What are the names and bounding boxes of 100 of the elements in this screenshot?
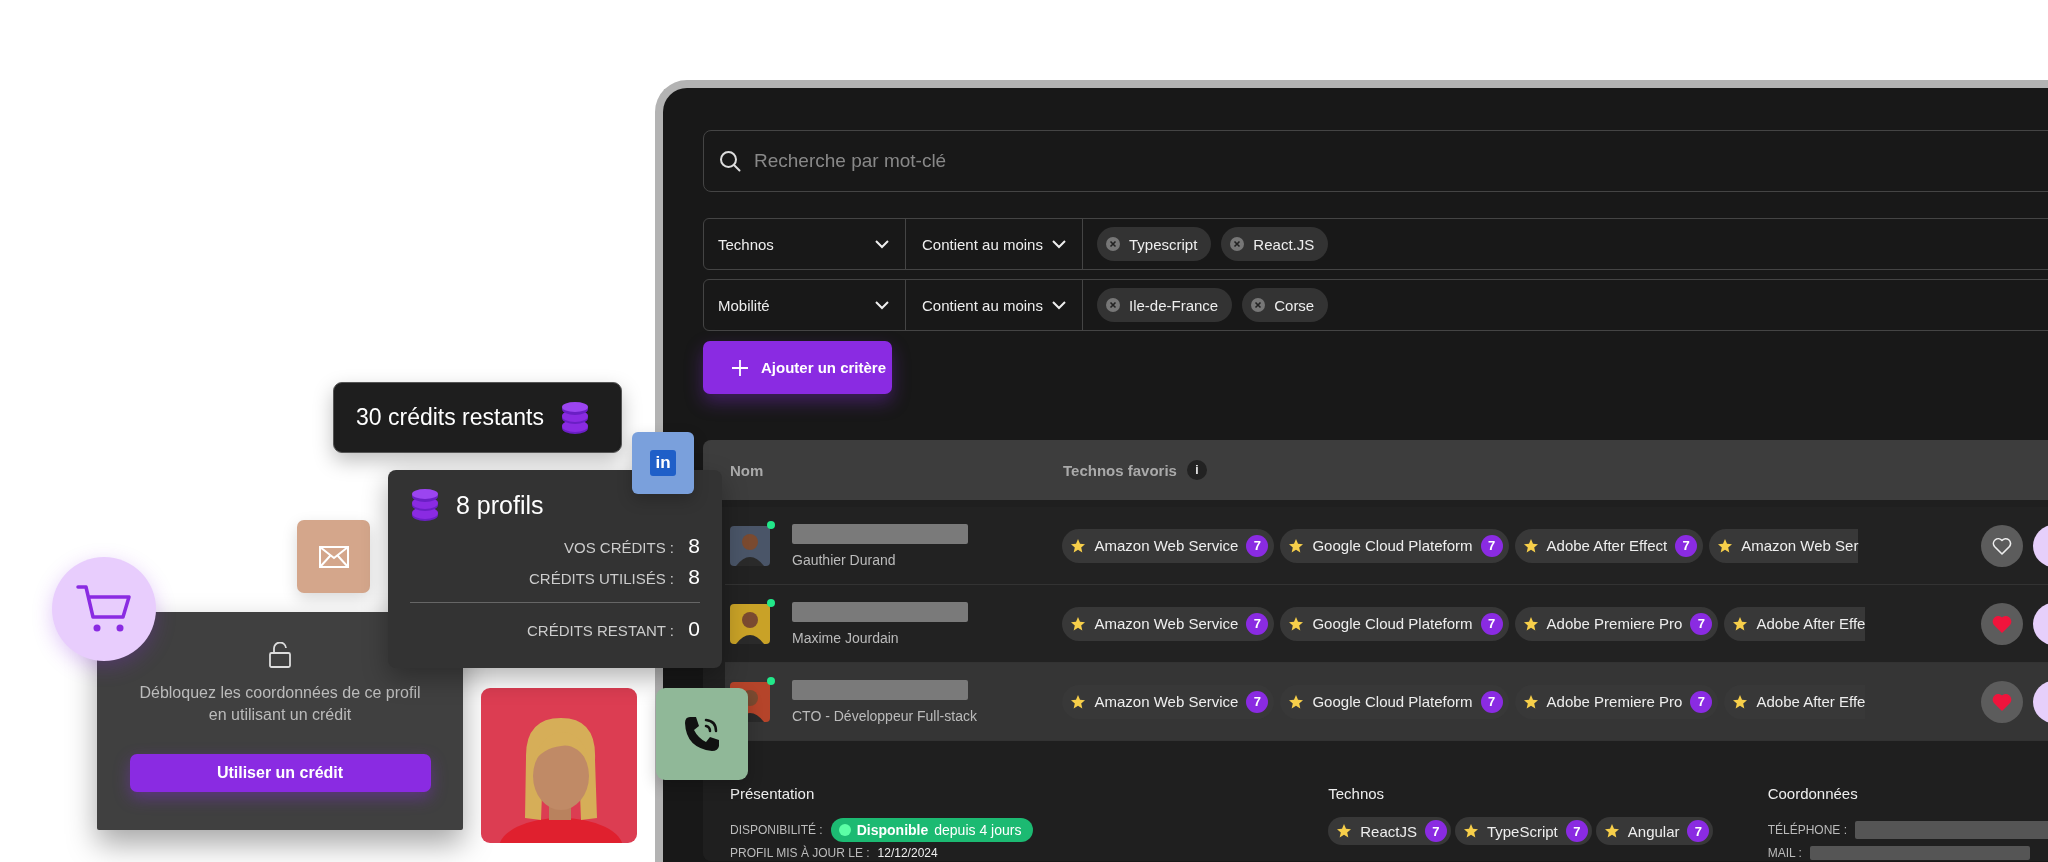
use-credit-button[interactable]: Utiliser un crédit <box>129 754 431 792</box>
phone-tile[interactable] <box>656 688 748 780</box>
star-icon <box>1732 693 1749 710</box>
linkedin-tile[interactable]: in <box>632 432 694 494</box>
tag-label: Google Cloud Plateform <box>1312 693 1473 710</box>
field-label: DISPONIBILITÉ : <box>730 823 823 837</box>
count-badge: 7 <box>1424 820 1447 842</box>
tag-label: Amazon Web Ser <box>1741 537 1859 554</box>
star-icon <box>1462 823 1479 839</box>
remove-icon <box>1105 297 1121 313</box>
star-icon <box>1717 537 1734 554</box>
tag-label: Adobe Premiere Pro <box>1546 693 1683 710</box>
search-field[interactable]: Recherche par mot-clé <box>703 130 2048 192</box>
card-title: 8 profils <box>456 490 544 520</box>
tag-label: Google Cloud Plateform <box>1312 537 1473 554</box>
info-icon[interactable]: i <box>1186 460 1207 480</box>
star-icon <box>1336 823 1353 839</box>
credit-value: 8 <box>687 534 700 558</box>
star-icon <box>1288 693 1305 710</box>
field-label: PROFIL MIS À JOUR LE : <box>730 846 870 860</box>
filter-tag[interactable]: Ile-de-France <box>1097 288 1233 322</box>
tag-label: Amazon Web Service <box>1094 615 1239 632</box>
coins-icon <box>410 488 440 522</box>
chevron-icon <box>875 300 889 310</box>
star-icon <box>1603 823 1620 839</box>
count-badge: 7 <box>1687 820 1710 842</box>
status-badge: Disponible depuis 4 jours <box>830 818 1034 842</box>
tag-label: Amazon Web Service <box>1094 693 1239 710</box>
credit-label: VOS CRÉDITS : <box>563 539 674 556</box>
credit-value: 0 <box>687 617 700 641</box>
credit-label: CRÉDITS UTILISÉS : <box>528 570 674 587</box>
field-label: MAIL : <box>1767 846 1802 860</box>
criterion-dropdown[interactable]: Technos <box>704 219 906 269</box>
heart-icon <box>1992 614 2013 633</box>
star-icon <box>1288 615 1305 632</box>
column-header: Technos favoris <box>1063 461 1177 479</box>
field-value: 12/12/2024 <box>877 846 938 860</box>
table-row[interactable]: CTO - Développeur Full-stack Amazon Web Service 7 Google Cloud Plateform 7 Adobe Premiere Pro 7 Adobe After Effe <box>725 663 2048 741</box>
count-badge: 7 <box>1480 612 1503 635</box>
cart-icon <box>76 584 132 634</box>
star-icon <box>1070 693 1087 710</box>
credit-label: CRÉDITS RESTANT : <box>527 622 674 639</box>
criterion-dropdown[interactable]: Mobilité <box>704 280 906 330</box>
filter-tag[interactable]: Typescript <box>1097 227 1212 261</box>
chevron-icon <box>1052 300 1066 310</box>
section-title: Technos <box>1328 785 1386 804</box>
profile-subtitle: Gauthier Durand <box>792 551 897 568</box>
chevron-icon <box>875 239 889 249</box>
favorite-button[interactable] <box>1981 524 2024 567</box>
tag-label: Angular <box>1627 822 1680 840</box>
credits-text: 30 crédits restants <box>356 404 544 431</box>
operator-dropdown[interactable]: Contient au moins <box>906 219 1083 269</box>
envelope-icon <box>318 545 349 568</box>
column-header: Nom <box>729 461 765 479</box>
star-icon <box>1070 615 1087 632</box>
count-badge: 7 <box>1480 534 1503 557</box>
section-title: Coordonnées <box>1767 785 1859 804</box>
heart-icon <box>1992 536 2013 555</box>
operator-dropdown[interactable]: Contient au moins <box>906 280 1083 330</box>
add-criterion-button[interactable]: Ajouter un critère <box>703 341 892 394</box>
remove-icon <box>1105 236 1121 252</box>
phone-icon <box>682 714 722 754</box>
tag-label: Google Cloud Plateform <box>1312 615 1473 632</box>
tag-label: ReactJS <box>1360 822 1417 840</box>
star-icon <box>1732 615 1749 632</box>
count-badge: 7 <box>1675 534 1698 557</box>
mail-tile[interactable] <box>297 520 370 593</box>
remove-icon <box>1229 236 1246 252</box>
tag-label: Adobe After Effe <box>1756 615 1866 632</box>
filter-tag[interactable]: React.JS <box>1221 227 1329 261</box>
profile-subtitle: CTO - Développeur Full-stack <box>792 707 977 724</box>
remove-icon <box>1250 297 1267 313</box>
count-badge: 7 <box>1246 690 1269 713</box>
profile-subtitle: Maxime Jourdain <box>792 629 900 646</box>
credit-value: 8 <box>687 565 700 589</box>
star-icon <box>1070 537 1087 554</box>
tag-label: TypeScript <box>1486 822 1558 840</box>
star-icon <box>1522 615 1539 632</box>
count-badge: 7 <box>1480 690 1503 713</box>
count-badge: 7 <box>1690 612 1713 635</box>
count-badge: 7 <box>1565 820 1588 842</box>
filter-tag[interactable]: Corse <box>1242 288 1329 322</box>
field-label: TÉLÉPHONE : <box>1767 823 1847 837</box>
star-icon <box>1522 537 1539 554</box>
tag-label: Adobe After Effe <box>1756 693 1866 710</box>
coins-icon <box>559 400 590 435</box>
unlock-icon <box>269 642 291 668</box>
chevron-icon <box>1052 239 1066 249</box>
unlock-message: Débloquez les coordonnées de ce profil en utilisant un crédit <box>138 683 422 725</box>
star-icon <box>1288 537 1305 554</box>
section-title: Présentation <box>730 785 816 804</box>
tag-label: Adobe Premiere Pro <box>1546 615 1683 632</box>
tag-label: Adobe After Effect <box>1546 537 1668 554</box>
plus-icon <box>731 358 749 377</box>
linkedin-icon: in <box>650 450 676 476</box>
search-icon <box>719 150 741 172</box>
tag-label: Amazon Web Service <box>1094 537 1239 554</box>
heart-icon <box>1992 692 2013 711</box>
star-icon <box>1522 693 1539 710</box>
count-badge: 7 <box>1246 612 1269 635</box>
